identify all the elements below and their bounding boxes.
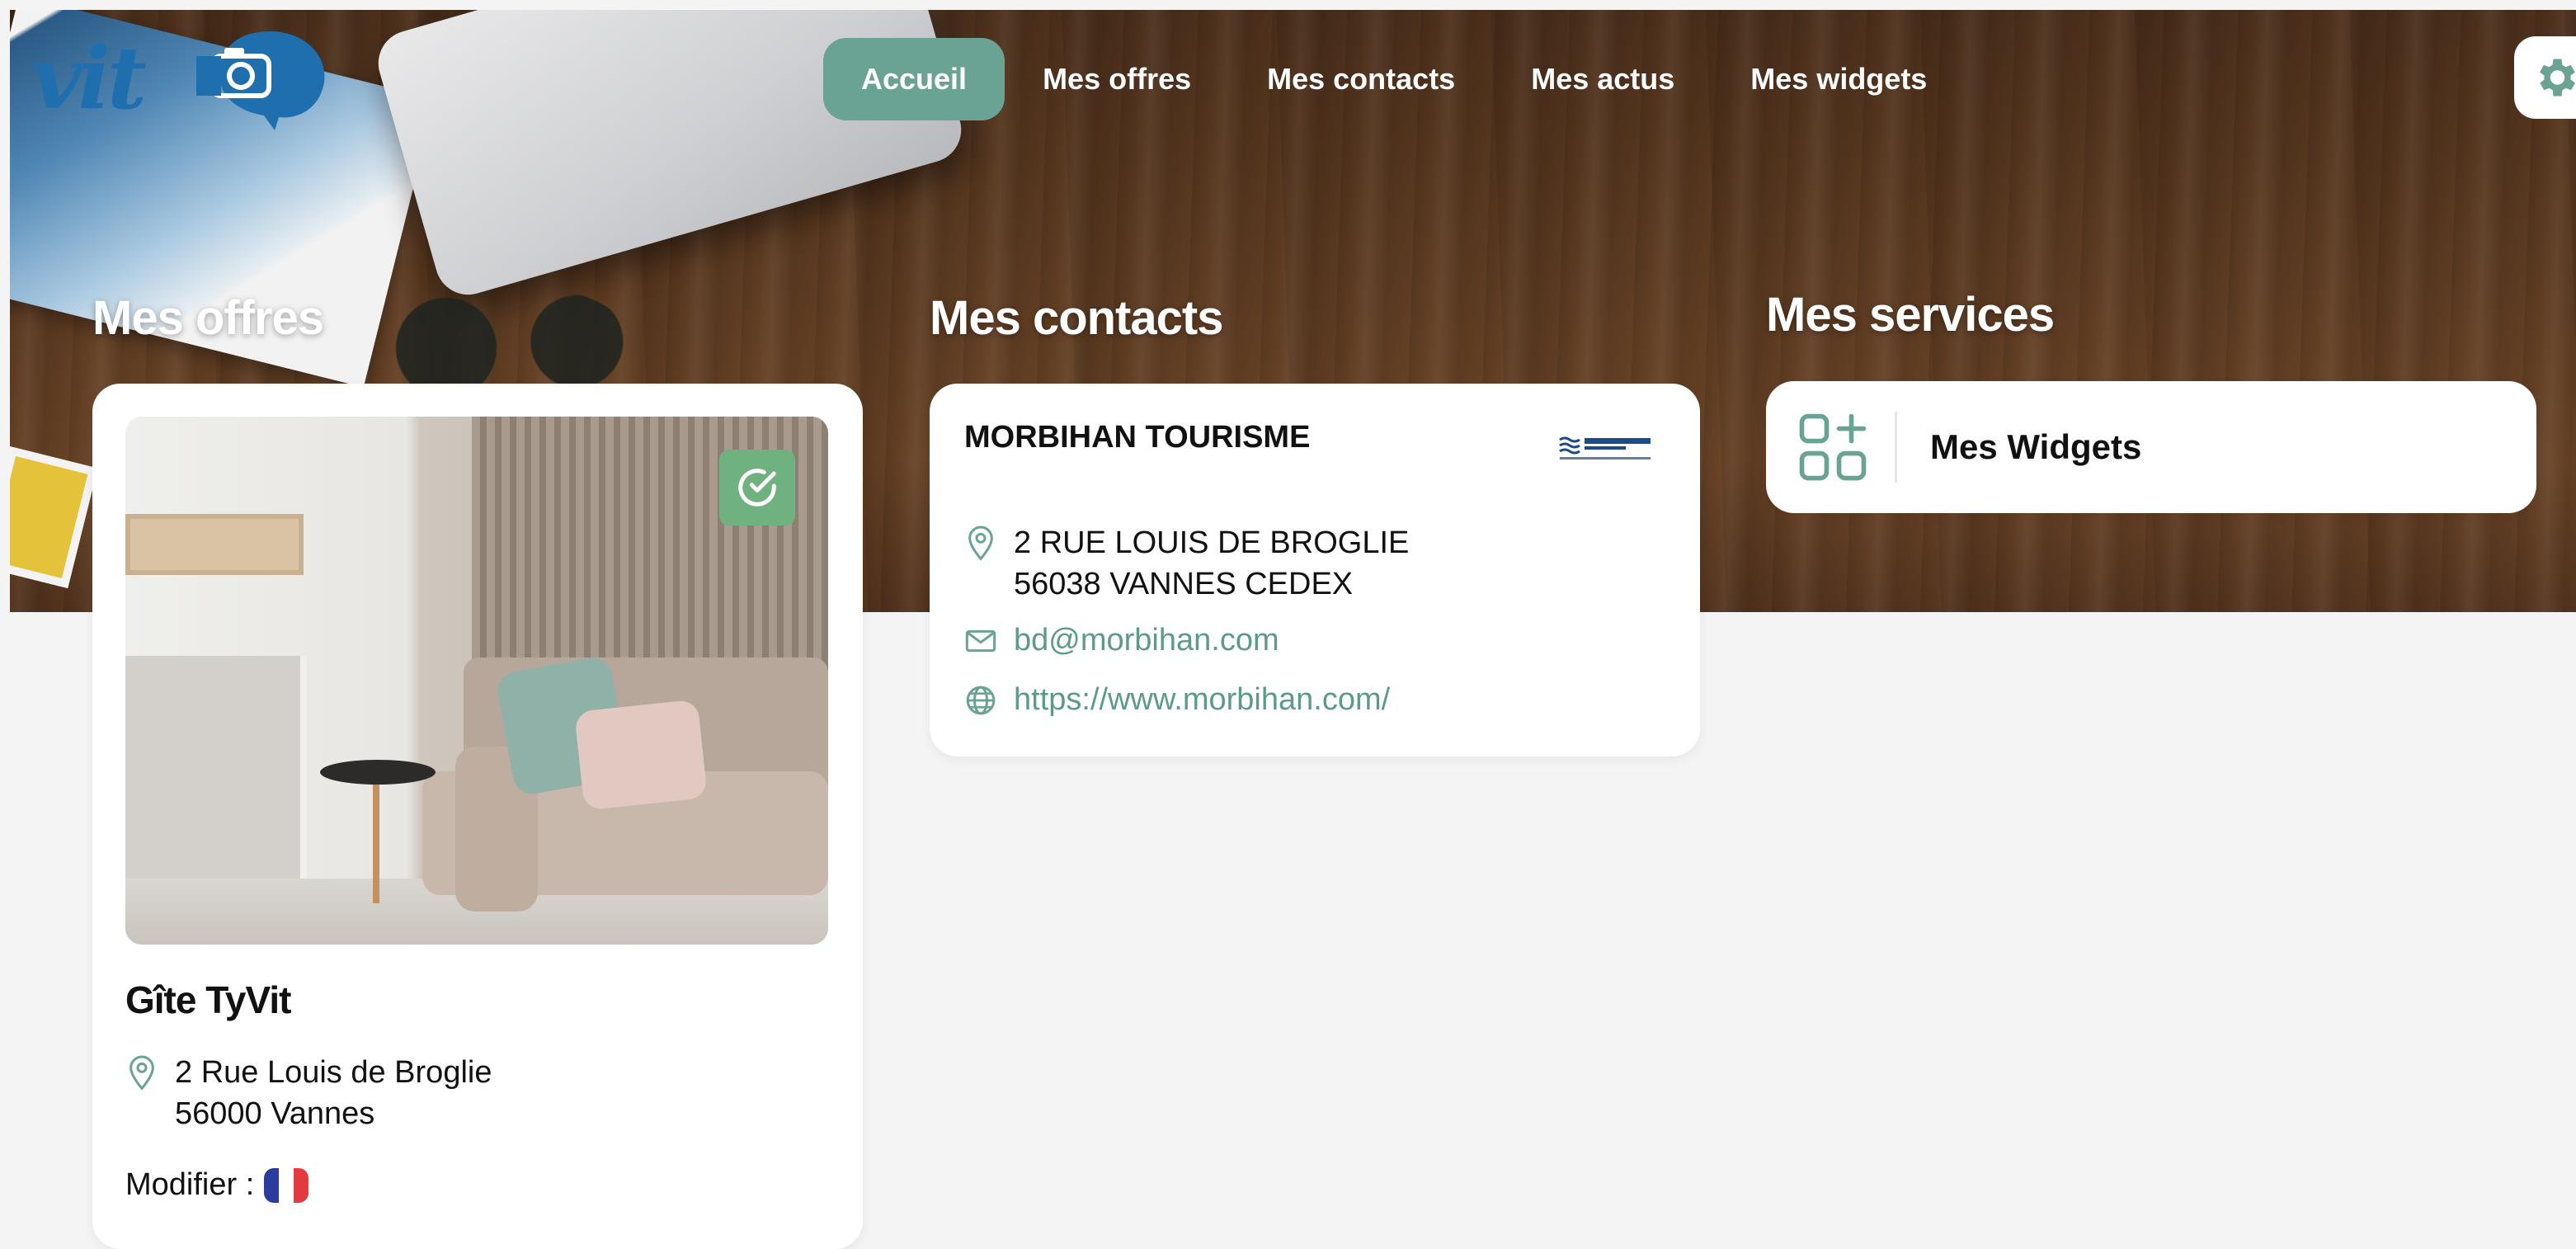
nav-item-mes-contacts[interactable]: Mes contacts: [1229, 38, 1493, 120]
offer-image[interactable]: [125, 417, 828, 945]
offer-address: 2 Rue Louis de Broglie 56000 Vannes: [125, 1052, 492, 1134]
offer-address-line1: 2 Rue Louis de Broglie: [175, 1055, 492, 1090]
decorative-yellow-photo: [10, 445, 98, 589]
nav-item-mes-widgets[interactable]: Mes widgets: [1712, 38, 1965, 120]
offer-address-line2: 56000 Vannes: [175, 1096, 375, 1131]
widgets-icon: [1799, 413, 1867, 481]
settings-button[interactable]: [2514, 36, 2576, 119]
image-side-table: [320, 760, 436, 785]
divider: [1895, 412, 1897, 483]
offer-name[interactable]: Gîte TyVit: [125, 978, 291, 1022]
contact-email-link[interactable]: bd@morbihan.com: [1014, 623, 1279, 658]
logo-text: vit: [31, 27, 147, 129]
services-section-title: Mes services: [1766, 288, 2055, 342]
verified-badge: [719, 450, 795, 526]
french-flag-icon[interactable]: [264, 1167, 309, 1203]
check-circle-icon: [738, 469, 776, 507]
contact-address-line1: 2 RUE LOUIS DE BROGLIE: [1014, 526, 1410, 560]
gear-icon: [2540, 59, 2575, 97]
contact-address: 2 RUE LOUIS DE BROGLIE 56038 VANNES CEDE…: [964, 522, 1409, 605]
nav-item-accueil[interactable]: Accueil: [823, 38, 1005, 120]
globe-icon: [966, 686, 996, 714]
image-pillow-pink: [574, 699, 708, 811]
contact-card[interactable]: MORBIHAN TOURISME 2 RUE LOUIS DE BROGLIE…: [930, 384, 1700, 756]
mail-icon: [965, 629, 996, 652]
image-table-leg: [373, 780, 379, 903]
modify-row: Modifier :: [125, 1167, 309, 1203]
location-pin-icon: [130, 1055, 154, 1091]
contact-email-row: bd@morbihan.com: [964, 623, 1279, 658]
modify-label: Modifier :: [125, 1167, 255, 1202]
nav-item-mes-offres[interactable]: Mes offres: [1005, 38, 1229, 120]
nav-item-mes-actus[interactable]: Mes actus: [1493, 38, 1712, 120]
main-nav: Accueil Mes offres Mes contacts Mes actu…: [823, 38, 1965, 120]
contact-website-row: https://www.morbihan.com/: [964, 682, 1390, 718]
contacts-section-title: Mes contacts: [930, 291, 1223, 345]
contact-name: MORBIHAN TOURISME: [964, 420, 1311, 455]
camera-bubble-icon: [196, 31, 325, 130]
contact-website-link[interactable]: https://www.morbihan.com/: [1014, 682, 1390, 718]
image-shelf: [125, 514, 304, 575]
offer-card[interactable]: Gîte TyVit 2 Rue Louis de Broglie 56000 …: [92, 384, 863, 1249]
offers-section-title: Mes offres: [92, 291, 324, 345]
app-logo[interactable]: vit: [31, 25, 328, 132]
location-pin-icon: [968, 526, 993, 561]
contact-address-line2: 56038 VANNES CEDEX: [1014, 567, 1354, 601]
widgets-service-card[interactable]: Mes Widgets: [1766, 381, 2536, 513]
widgets-service-label: Mes Widgets: [1930, 427, 2142, 466]
morbihan-tourisme-logo: [1559, 436, 1651, 460]
